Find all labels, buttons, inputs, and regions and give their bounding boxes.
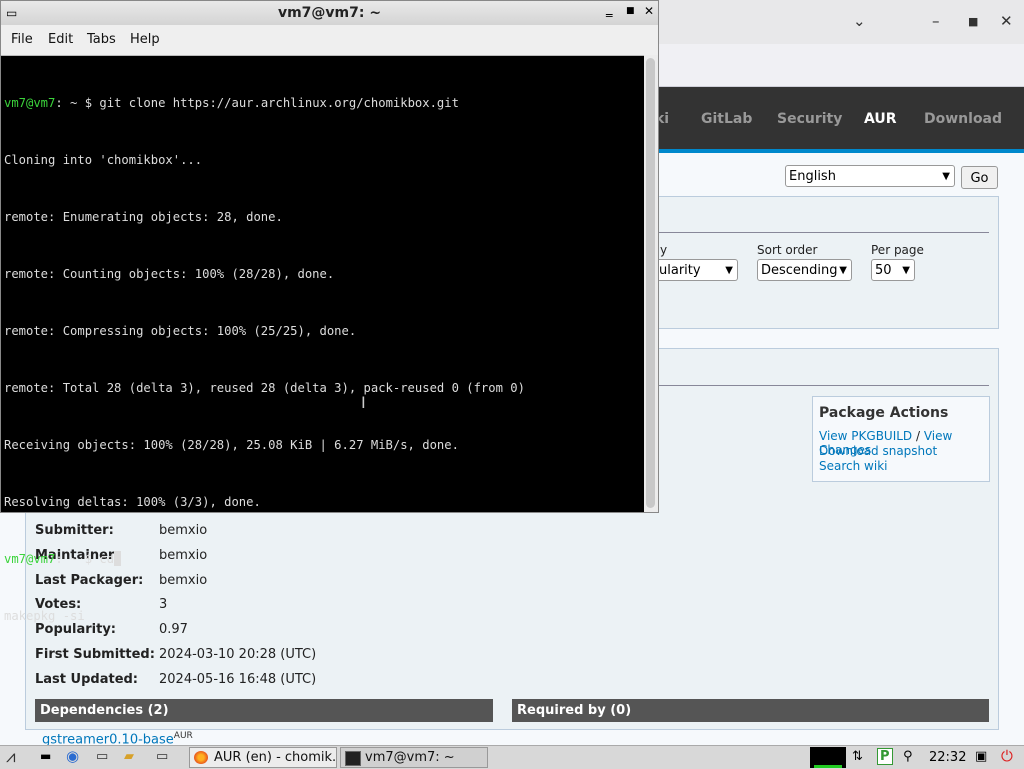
browser-launcher-icon[interactable]: ◉ [66,747,79,765]
chevron-down-icon[interactable]: ⌄ [853,12,866,30]
package-actions-box: Package Actions View PKGBUILD / View Cha… [812,396,990,482]
info-label: Last Updated: [35,672,139,687]
sort-order-select[interactable]: Descending ▼ [757,259,852,281]
terminal-line: remote: Enumerating objects: 28, done. [4,210,283,224]
per-page-label: Per page [871,243,924,257]
chevron-down-icon: ▼ [725,265,733,276]
terminal-launcher-icon[interactable]: ▭ [156,749,168,764]
sort-order-value: Descending [761,263,838,278]
terminal-line: Receiving objects: 100% (28/28), 25.08 K… [4,438,459,452]
parcellite-icon[interactable]: P [877,748,893,765]
terminal-menubar: File Edit Tabs Help [1,25,658,56]
per-page-value: 50 [875,263,892,278]
firefox-icon [194,751,208,764]
dependencies-header: Dependencies (2) [35,699,493,722]
screen-icon[interactable]: ▣ [975,749,987,764]
language-select[interactable]: English ▼ [785,165,955,187]
taskbar: ⩘ ▬ ◉ ▭ ▰ ▭ AUR (en) - chomik... vm7@vm7… [0,745,1024,769]
taskbar-task-label: AUR (en) - chomik... [214,750,337,765]
terminal-title: vm7@vm7: ~ [277,5,382,21]
text-cursor [114,551,122,566]
close-icon[interactable]: ✕ [1000,12,1013,30]
nav-item-aur[interactable]: AUR [864,111,897,127]
sort-by-label: y [660,243,668,257]
network-wired-icon[interactable]: ⚲ [903,749,913,764]
required-by-header: Required by (0) [512,699,989,722]
package-actions-title: Package Actions [819,405,949,421]
maximize-icon[interactable]: ■ [968,15,978,28]
per-page-select[interactable]: 50 ▼ [871,259,915,281]
terminal-line: remote: Compressing objects: 100% (25/25… [4,324,357,338]
text-cursor-icon: Ⅰ [361,393,366,412]
terminal-scrollbar[interactable] [644,55,658,512]
terminal-output[interactable]: vm7@vm7: ~ $ git clone https://aur.archl… [4,56,642,623]
maximize-icon[interactable]: ■ [626,6,635,16]
minimize-icon[interactable]: ‗ [606,3,613,18]
taskbar-task-label: vm7@vm7: ~ [365,750,455,765]
close-icon[interactable]: ✕ [644,4,654,18]
folder-icon[interactable]: ▰ [124,749,134,764]
terminal-line: Resolving deltas: 100% (3/3), done. [4,495,261,509]
chevron-down-icon: ▼ [942,171,950,182]
cpu-monitor-graph [810,747,846,768]
nav-item-security[interactable]: Security [777,111,842,127]
taskbar-task-browser[interactable]: AUR (en) - chomik... [189,747,337,768]
terminal-line: vm7@vm7: ~ $ cd [4,550,642,569]
sort-order-label: Sort order [757,243,818,257]
last-updated-value: 2024-05-16 16:48 (UTC) [159,672,317,687]
menu-tabs[interactable]: Tabs [87,32,116,47]
network-icon[interactable]: ⇅ [852,749,863,764]
terminal-window[interactable]: ▭ vm7@vm7: ~ ‗ ■ ✕ File Edit Tabs Help v… [0,0,659,623]
terminal-line: remote: Total 28 (delta 3), reused 28 (d… [4,381,525,395]
clock[interactable]: 22:32 [929,750,966,765]
terminal-line: vm7@vm7: ~ $ git clone https://aur.archl… [4,96,459,110]
menu-file[interactable]: File [11,32,33,47]
power-icon[interactable]: ⏻ [1001,747,1013,765]
menu-edit[interactable]: Edit [48,32,73,47]
go-button[interactable]: Go [961,166,998,189]
chevron-down-icon: ▼ [902,265,910,276]
search-wiki-link[interactable]: Search wiki [819,459,887,473]
divider [655,385,989,386]
terminal-line: remote: Counting objects: 100% (28/28), … [4,267,335,281]
terminal-line: Cloning into 'chomikbox'... [4,153,203,167]
divider [655,232,989,233]
nav-item-download[interactable]: Download [924,111,1002,127]
taskbar-task-terminal[interactable]: vm7@vm7: ~ [340,747,488,768]
chevron-down-icon: ▼ [839,265,847,276]
language-select-value: English [789,169,836,184]
terminal-line: makepkg -si [4,609,85,623]
minimize-icon[interactable]: – [932,12,940,30]
terminal-icon [345,751,361,766]
terminal-titlebar[interactable]: ▭ vm7@vm7: ~ ‗ ■ ✕ [1,1,658,25]
menu-help[interactable]: Help [130,32,160,47]
download-snapshot-link[interactable]: Download snapshot [819,444,937,458]
nav-item-gitlab[interactable]: GitLab [701,111,752,127]
file-manager-icon[interactable]: ▭ [96,749,108,764]
start-menu-icon[interactable]: ⩘ [6,747,16,767]
show-desktop-icon[interactable]: ▬ [40,749,51,763]
scrollbar-thumb[interactable] [646,58,655,508]
